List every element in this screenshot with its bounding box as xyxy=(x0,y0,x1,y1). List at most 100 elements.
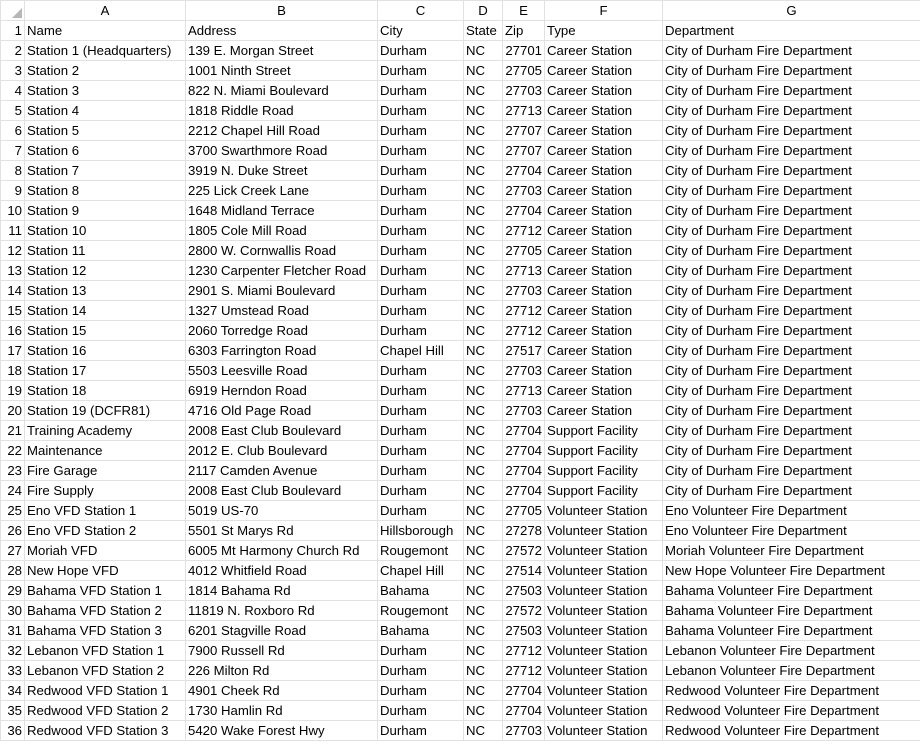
cell-c4[interactable]: Durham xyxy=(377,80,464,101)
cell-d7[interactable]: NC xyxy=(463,140,503,161)
row-header[interactable]: 9 xyxy=(0,180,25,201)
cell-d9[interactable]: NC xyxy=(463,180,503,201)
cell-c20[interactable]: Durham xyxy=(377,400,464,421)
cell-g36[interactable]: Redwood Volunteer Fire Department xyxy=(662,720,920,741)
cell-f17[interactable]: Career Station xyxy=(544,340,663,361)
column-header-g[interactable]: G xyxy=(662,0,920,21)
cell-f5[interactable]: Career Station xyxy=(544,100,663,121)
cell-e1[interactable]: Zip xyxy=(502,20,545,41)
cell-d14[interactable]: NC xyxy=(463,280,503,301)
row-header[interactable]: 24 xyxy=(0,480,25,501)
row-header[interactable]: 35 xyxy=(0,700,25,721)
row-header[interactable]: 8 xyxy=(0,160,25,181)
cell-b30[interactable]: 11819 N. Roxboro Rd xyxy=(185,600,378,621)
cell-e9[interactable]: 27703 xyxy=(502,180,545,201)
cell-c21[interactable]: Durham xyxy=(377,420,464,441)
cell-a9[interactable]: Station 8 xyxy=(24,180,186,201)
cell-b31[interactable]: 6201 Stagville Road xyxy=(185,620,378,641)
row-header[interactable]: 11 xyxy=(0,220,25,241)
cell-d4[interactable]: NC xyxy=(463,80,503,101)
cell-d26[interactable]: NC xyxy=(463,520,503,541)
cell-a14[interactable]: Station 13 xyxy=(24,280,186,301)
cell-d13[interactable]: NC xyxy=(463,260,503,281)
cell-a2[interactable]: Station 1 (Headquarters) xyxy=(24,40,186,61)
cell-e17[interactable]: 27517 xyxy=(502,340,545,361)
cell-b18[interactable]: 5503 Leesville Road xyxy=(185,360,378,381)
cell-c19[interactable]: Durham xyxy=(377,380,464,401)
cell-a18[interactable]: Station 17 xyxy=(24,360,186,381)
cell-c8[interactable]: Durham xyxy=(377,160,464,181)
cell-c13[interactable]: Durham xyxy=(377,260,464,281)
cell-d21[interactable]: NC xyxy=(463,420,503,441)
cell-a5[interactable]: Station 4 xyxy=(24,100,186,121)
cell-d33[interactable]: NC xyxy=(463,660,503,681)
cell-a3[interactable]: Station 2 xyxy=(24,60,186,81)
row-header[interactable]: 12 xyxy=(0,240,25,261)
row-header[interactable]: 6 xyxy=(0,120,25,141)
cell-e23[interactable]: 27704 xyxy=(502,460,545,481)
cell-f22[interactable]: Support Facility xyxy=(544,440,663,461)
cell-c36[interactable]: Durham xyxy=(377,720,464,741)
cell-d20[interactable]: NC xyxy=(463,400,503,421)
cell-d29[interactable]: NC xyxy=(463,580,503,601)
cell-b23[interactable]: 2117 Camden Avenue xyxy=(185,460,378,481)
cell-e10[interactable]: 27704 xyxy=(502,200,545,221)
cell-e27[interactable]: 27572 xyxy=(502,540,545,561)
cell-g4[interactable]: City of Durham Fire Department xyxy=(662,80,920,101)
cell-c30[interactable]: Rougemont xyxy=(377,600,464,621)
cell-g31[interactable]: Bahama Volunteer Fire Department xyxy=(662,620,920,641)
row-header[interactable]: 28 xyxy=(0,560,25,581)
cell-d25[interactable]: NC xyxy=(463,500,503,521)
cell-g25[interactable]: Eno Volunteer Fire Department xyxy=(662,500,920,521)
cell-d30[interactable]: NC xyxy=(463,600,503,621)
cell-b26[interactable]: 5501 St Marys Rd xyxy=(185,520,378,541)
cell-b34[interactable]: 4901 Cheek Rd xyxy=(185,680,378,701)
cell-c29[interactable]: Bahama xyxy=(377,580,464,601)
cell-g11[interactable]: City of Durham Fire Department xyxy=(662,220,920,241)
cell-d22[interactable]: NC xyxy=(463,440,503,461)
cell-e8[interactable]: 27704 xyxy=(502,160,545,181)
row-header[interactable]: 2 xyxy=(0,40,25,61)
cell-g27[interactable]: Moriah Volunteer Fire Department xyxy=(662,540,920,561)
cell-e14[interactable]: 27703 xyxy=(502,280,545,301)
cell-d34[interactable]: NC xyxy=(463,680,503,701)
cell-f26[interactable]: Volunteer Station xyxy=(544,520,663,541)
cell-d18[interactable]: NC xyxy=(463,360,503,381)
cell-d12[interactable]: NC xyxy=(463,240,503,261)
cell-b4[interactable]: 822 N. Miami Boulevard xyxy=(185,80,378,101)
cell-c11[interactable]: Durham xyxy=(377,220,464,241)
cell-d10[interactable]: NC xyxy=(463,200,503,221)
cell-f14[interactable]: Career Station xyxy=(544,280,663,301)
row-header[interactable]: 10 xyxy=(0,200,25,221)
column-header-b[interactable]: B xyxy=(185,0,378,21)
cell-a22[interactable]: Maintenance xyxy=(24,440,186,461)
row-header[interactable]: 7 xyxy=(0,140,25,161)
row-header[interactable]: 29 xyxy=(0,580,25,601)
cell-a7[interactable]: Station 6 xyxy=(24,140,186,161)
cell-g17[interactable]: City of Durham Fire Department xyxy=(662,340,920,361)
cell-b27[interactable]: 6005 Mt Harmony Church Rd xyxy=(185,540,378,561)
row-header[interactable]: 14 xyxy=(0,280,25,301)
cell-g13[interactable]: City of Durham Fire Department xyxy=(662,260,920,281)
cell-g3[interactable]: City of Durham Fire Department xyxy=(662,60,920,81)
cell-e32[interactable]: 27712 xyxy=(502,640,545,661)
cell-f15[interactable]: Career Station xyxy=(544,300,663,321)
cell-a31[interactable]: Bahama VFD Station 3 xyxy=(24,620,186,641)
cell-a29[interactable]: Bahama VFD Station 1 xyxy=(24,580,186,601)
column-header-f[interactable]: F xyxy=(544,0,663,21)
cell-f2[interactable]: Career Station xyxy=(544,40,663,61)
column-header-e[interactable]: E xyxy=(502,0,545,21)
row-header[interactable]: 36 xyxy=(0,720,25,741)
cell-g23[interactable]: City of Durham Fire Department xyxy=(662,460,920,481)
cell-b1[interactable]: Address xyxy=(185,20,378,41)
cell-a28[interactable]: New Hope VFD xyxy=(24,560,186,581)
cell-d1[interactable]: State xyxy=(463,20,503,41)
cell-e21[interactable]: 27704 xyxy=(502,420,545,441)
cell-a6[interactable]: Station 5 xyxy=(24,120,186,141)
cell-g29[interactable]: Bahama Volunteer Fire Department xyxy=(662,580,920,601)
cell-a23[interactable]: Fire Garage xyxy=(24,460,186,481)
cell-f16[interactable]: Career Station xyxy=(544,320,663,341)
row-header[interactable]: 13 xyxy=(0,260,25,281)
cell-a36[interactable]: Redwood VFD Station 3 xyxy=(24,720,186,741)
cell-b36[interactable]: 5420 Wake Forest Hwy xyxy=(185,720,378,741)
